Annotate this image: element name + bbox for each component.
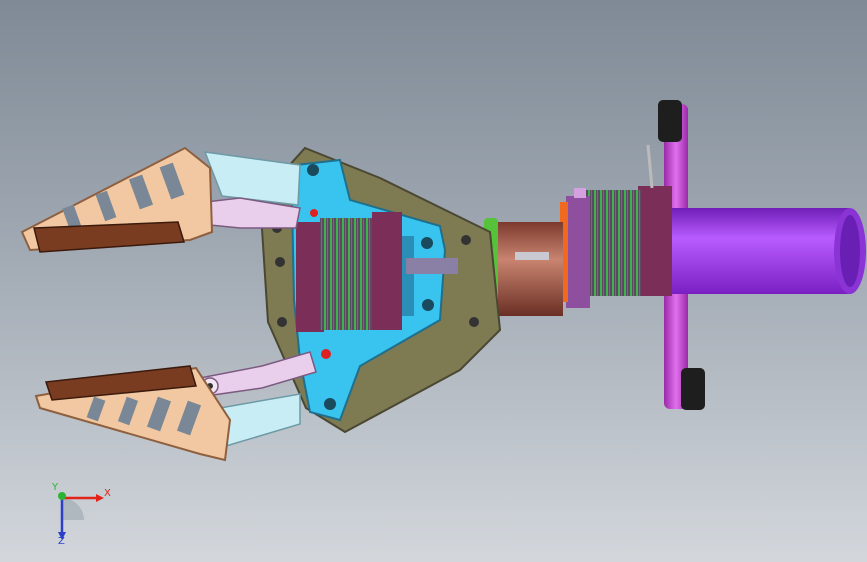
orientation-triad: X Y Z xyxy=(51,482,111,546)
upper-finger[interactable] xyxy=(20,146,214,253)
main-cylinder[interactable] xyxy=(670,208,866,294)
x-axis-label: X xyxy=(104,488,111,499)
upper-grip xyxy=(658,100,682,142)
y-axis-label: Y xyxy=(51,482,59,493)
upper-finger-pad xyxy=(33,221,185,253)
cad-model[interactable] xyxy=(0,0,867,562)
red-marker xyxy=(321,349,331,359)
lower-grip xyxy=(681,368,705,410)
3d-viewport[interactable]: X Y Z xyxy=(0,0,867,562)
lower-finger[interactable] xyxy=(34,365,232,462)
motor-shaft xyxy=(406,258,458,274)
rear-motor[interactable] xyxy=(560,144,672,308)
z-axis-label: Z xyxy=(58,536,65,546)
y-axis xyxy=(58,492,66,500)
